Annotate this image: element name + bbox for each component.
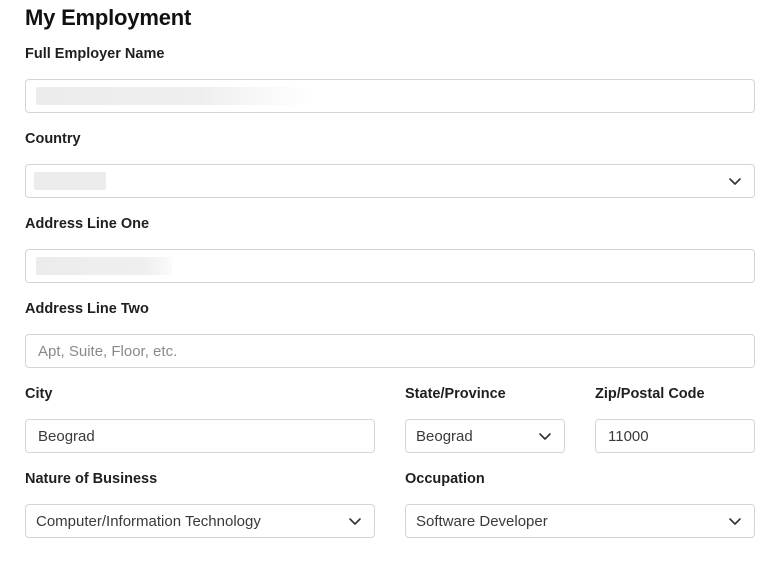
address-one-field[interactable] bbox=[25, 249, 755, 283]
redacted-value bbox=[34, 172, 106, 190]
city-label: City bbox=[25, 386, 53, 402]
zip-field[interactable] bbox=[595, 419, 755, 453]
zip-input[interactable] bbox=[596, 420, 754, 452]
employer-name-label: Full Employer Name bbox=[25, 46, 165, 62]
address-one-label: Address Line One bbox=[25, 216, 150, 232]
city-field[interactable] bbox=[25, 419, 375, 453]
country-label: Country bbox=[25, 131, 81, 147]
country-select[interactable] bbox=[25, 164, 755, 198]
redacted-value bbox=[36, 257, 172, 275]
occupation-label: Occupation bbox=[405, 471, 485, 487]
redacted-value bbox=[36, 87, 311, 105]
state-value: Beograd bbox=[416, 427, 473, 445]
occupation-value: Software Developer bbox=[416, 512, 548, 530]
city-input[interactable] bbox=[26, 420, 374, 452]
nature-of-business-value: Computer/Information Technology bbox=[36, 512, 261, 530]
chevron-down-icon bbox=[539, 433, 551, 440]
nature-of-business-label: Nature of Business bbox=[25, 471, 158, 487]
employer-name-field[interactable] bbox=[25, 79, 755, 113]
chevron-down-icon bbox=[349, 518, 361, 525]
state-label: State/Province bbox=[405, 386, 506, 402]
state-select[interactable]: Beograd bbox=[405, 419, 565, 453]
chevron-down-icon bbox=[729, 518, 741, 525]
zip-label: Zip/Postal Code bbox=[595, 386, 705, 402]
address-two-field[interactable] bbox=[25, 334, 755, 368]
nature-of-business-select[interactable]: Computer/Information Technology bbox=[25, 504, 375, 538]
address-two-input[interactable] bbox=[26, 335, 754, 367]
occupation-select[interactable]: Software Developer bbox=[405, 504, 755, 538]
address-two-label: Address Line Two bbox=[25, 301, 149, 317]
chevron-down-icon bbox=[729, 178, 741, 185]
page-title: My Employment bbox=[25, 5, 192, 30]
